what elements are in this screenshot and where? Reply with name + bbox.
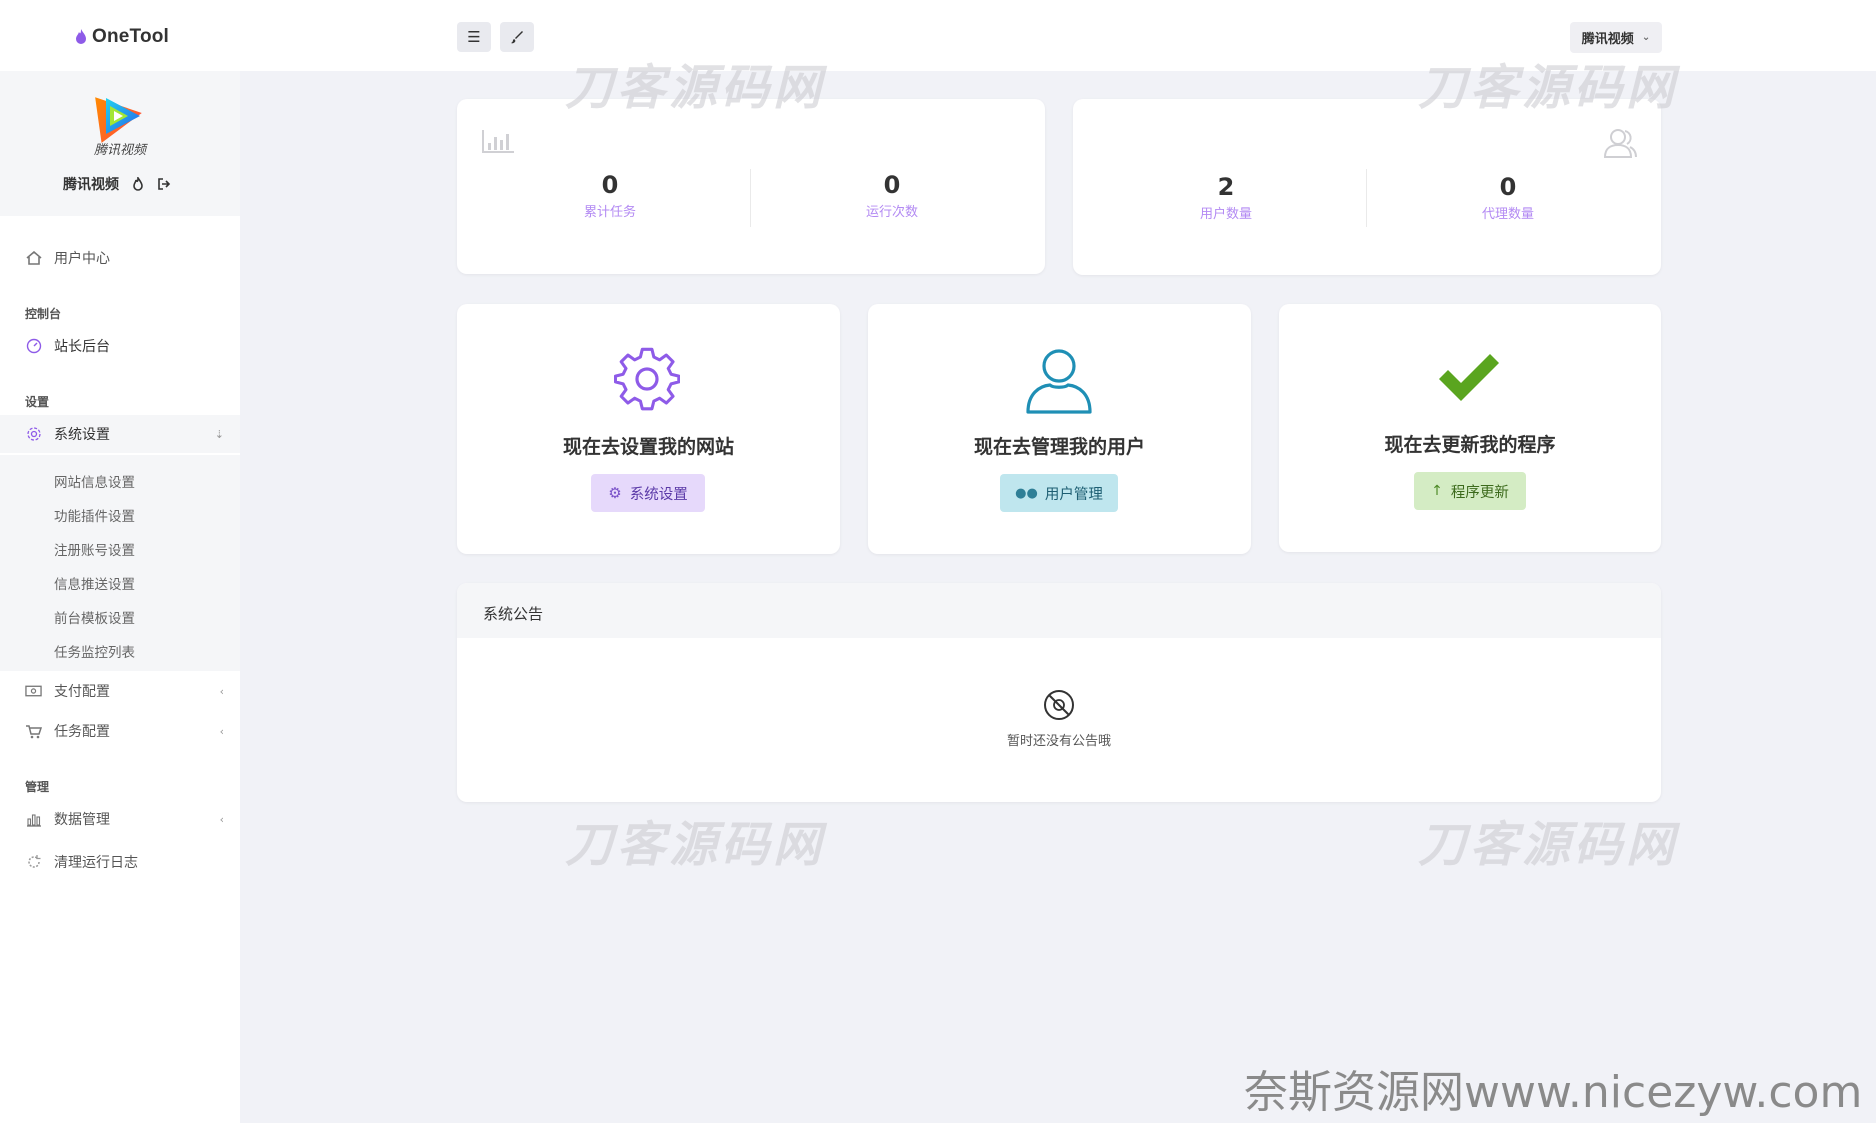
- gear-icon: [614, 347, 680, 411]
- divider: [750, 169, 751, 227]
- stats-card-tasks: 0 累计任务 0 运行次数: [457, 99, 1045, 274]
- sidebar-item-label: 系统设置: [54, 427, 110, 443]
- stat-total-tasks: 0 累计任务: [535, 171, 685, 220]
- section-manage: 管理: [25, 780, 50, 794]
- home-icon: [25, 250, 42, 267]
- stat-run-count: 0 运行次数: [817, 171, 967, 220]
- bar-chart-icon: [482, 130, 514, 153]
- sidebar-item-admin-panel[interactable]: 站长后台: [0, 327, 240, 365]
- stat-value: 0: [601, 171, 619, 199]
- section-console: 控制台: [25, 307, 62, 321]
- submenu-item[interactable]: 前台模板设置: [54, 607, 135, 627]
- flame-icon[interactable]: [131, 177, 145, 191]
- sidebar-item-system-settings[interactable]: 系统设置 ⇣: [0, 415, 240, 453]
- profile-name: 腾讯视频: [63, 177, 119, 193]
- stat-label: 用户数量: [1199, 207, 1252, 222]
- button-label: 程序更新: [1450, 484, 1509, 501]
- stat-label: 累计任务: [583, 205, 636, 220]
- theme-button[interactable]: [500, 22, 534, 52]
- stat-value: 0: [883, 171, 901, 199]
- sidebar: 腾讯视频 腾讯视频 用户中心 控制台 站长后台 设置 系统设置 ⇣ 网站信息设置…: [0, 71, 240, 1123]
- stat-label: 代理数量: [1481, 207, 1534, 222]
- notice-title: 系统公告: [483, 605, 544, 623]
- cart-icon: [25, 723, 42, 740]
- user-icon: [1026, 349, 1092, 414]
- system-settings-button[interactable]: ⚙ 系统设置: [591, 474, 705, 512]
- notice-empty-text: 暂时还没有公告哦: [1006, 734, 1111, 749]
- stat-agent-count: 0 代理数量: [1433, 173, 1583, 222]
- stat-value: 2: [1217, 173, 1235, 201]
- gear-icon: [25, 426, 42, 443]
- watermark: 刀客源码网: [565, 60, 826, 116]
- no-content-icon: [1044, 690, 1074, 720]
- chevron-double-down-icon: ⇣: [214, 427, 224, 441]
- bar-chart-icon: [25, 811, 42, 828]
- action-card-update: 现在去更新我的程序 ↑ 程序更新: [1279, 304, 1661, 552]
- submenu-item[interactable]: 任务监控列表: [54, 641, 135, 661]
- button-label: 系统设置: [629, 486, 688, 503]
- users-icon: [1603, 129, 1637, 158]
- notice-header: 系统公告: [457, 583, 1661, 638]
- submenu-item[interactable]: 注册账号设置: [54, 539, 135, 559]
- brand[interactable]: OneTool: [74, 26, 169, 48]
- profile-panel: 腾讯视频 腾讯视频: [0, 71, 240, 216]
- user-manage-button[interactable]: ●● 用户管理: [1000, 474, 1118, 512]
- watermark: 刀客源码网: [565, 817, 826, 873]
- profile-row: 腾讯视频: [63, 174, 171, 194]
- stats-card-users: 2 用户数量 0 代理数量: [1073, 99, 1661, 275]
- divider: [1366, 169, 1367, 227]
- menu-toggle-button[interactable]: ☰: [457, 22, 491, 52]
- submenu-item[interactable]: 信息推送设置: [54, 573, 135, 593]
- watermark: 刀客源码网: [1418, 60, 1679, 116]
- logo-text: 腾讯视频: [94, 143, 147, 158]
- gear-icon: ⚙: [608, 484, 622, 502]
- action-card-users: 现在去管理我的用户 ●● 用户管理: [868, 304, 1251, 554]
- brand-name: OneTool: [92, 26, 170, 47]
- footer-watermark: 奈斯资源网www.nicezyw.com: [1244, 1067, 1863, 1118]
- stat-value: 0: [1499, 173, 1517, 201]
- watermark: 刀客源码网: [1418, 817, 1679, 873]
- sidebar-item-label: 用户中心: [54, 251, 110, 267]
- stat-label: 运行次数: [865, 205, 918, 220]
- money-icon: [25, 683, 42, 700]
- logout-icon[interactable]: [157, 177, 171, 191]
- notice-card: 系统公告 暂时还没有公告哦: [457, 583, 1661, 802]
- brush-icon: [511, 31, 523, 44]
- button-label: 用户管理: [1044, 486, 1103, 503]
- sidebar-item-payment-config[interactable]: 支付配置 ‹: [0, 672, 240, 710]
- sidebar-item-task-config[interactable]: 任务配置 ‹: [0, 712, 240, 750]
- sidebar-item-clear-logs[interactable]: 清理运行日志: [0, 843, 240, 881]
- refresh-icon: [25, 854, 42, 871]
- chevron-left-icon: ‹: [219, 724, 224, 738]
- users-icon: ●●: [1015, 485, 1038, 501]
- sidebar-item-label: 站长后台: [54, 339, 110, 355]
- gauge-icon: [25, 338, 42, 355]
- section-settings: 设置: [25, 395, 50, 409]
- stat-user-count: 2 用户数量: [1151, 173, 1301, 222]
- action-title: 现在去管理我的用户: [973, 436, 1145, 458]
- menu-icon: ☰: [467, 28, 481, 46]
- check-icon: [1439, 354, 1499, 401]
- chevron-left-icon: ‹: [219, 812, 224, 826]
- submenu-item[interactable]: 网站信息设置: [54, 471, 135, 491]
- action-title: 现在去设置我的网站: [562, 436, 734, 458]
- flame-icon: [76, 29, 86, 44]
- chevron-down-icon: ⌄: [1641, 32, 1651, 43]
- site-select-value: 腾讯视频: [1581, 32, 1634, 47]
- action-title: 现在去更新我的程序: [1384, 434, 1556, 456]
- sidebar-item-data-manage[interactable]: 数据管理 ‹: [0, 800, 240, 838]
- submenu-item[interactable]: 功能插件设置: [54, 505, 135, 525]
- sidebar-item-label: 支付配置: [54, 684, 110, 700]
- chevron-left-icon: ‹: [219, 684, 224, 698]
- sidebar-item-user-center[interactable]: 用户中心: [0, 239, 240, 277]
- action-card-settings: 现在去设置我的网站 ⚙ 系统设置: [457, 304, 840, 554]
- program-update-button[interactable]: ↑ 程序更新: [1414, 472, 1526, 510]
- arrow-up-icon: ↑: [1431, 483, 1443, 499]
- sidebar-item-label: 任务配置: [54, 724, 110, 740]
- sidebar-item-label: 数据管理: [54, 812, 110, 828]
- sidebar-item-label: 清理运行日志: [54, 855, 138, 871]
